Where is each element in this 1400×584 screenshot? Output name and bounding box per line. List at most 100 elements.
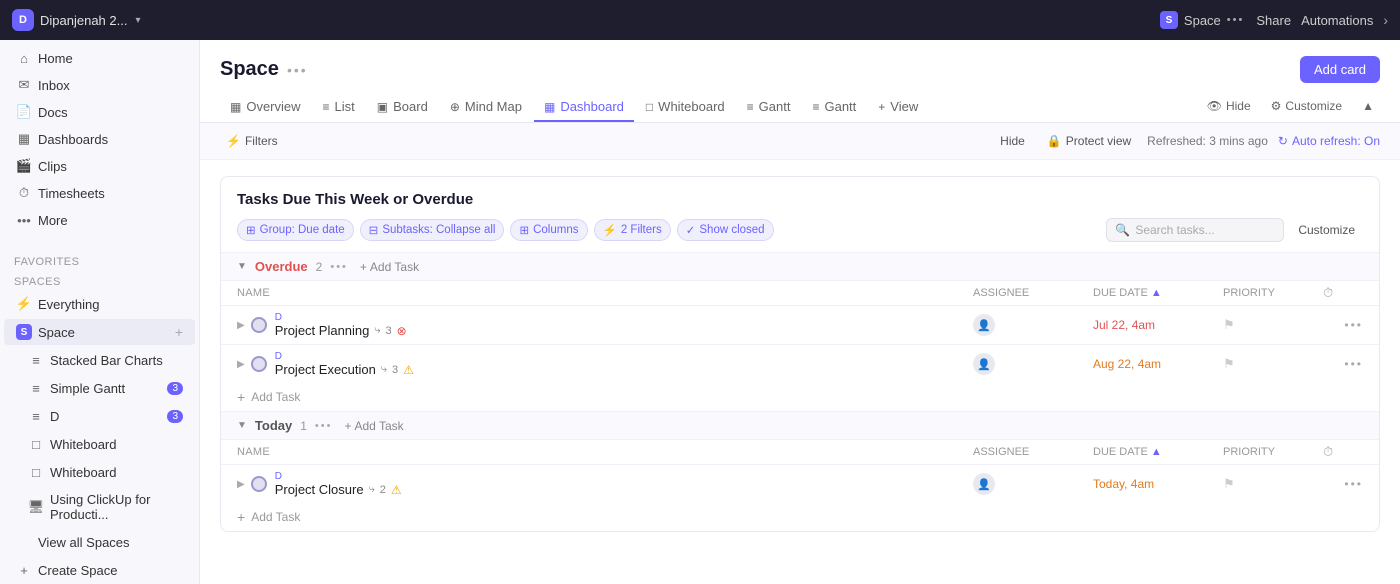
today-count: 1 — [300, 419, 307, 433]
title-dots[interactable]: ••• — [287, 62, 308, 78]
sidebar-item-d[interactable]: ≡ D 3 — [4, 403, 195, 429]
filters-pill-label: 2 Filters — [621, 224, 662, 236]
auto-refresh-label[interactable]: ↻ Auto refresh: On — [1278, 134, 1380, 148]
search-icon: 🔍 — [1115, 223, 1130, 237]
content-header: Space ••• Add card ▦ Overview ≡ List ▣ B… — [200, 40, 1400, 123]
filters-pill[interactable]: ⚡ 2 Filters — [594, 219, 671, 241]
d-icon: ≡ — [28, 408, 44, 424]
filters-pill-icon: ⚡ — [603, 223, 617, 237]
sidebar-item-everything[interactable]: ⚡ Everything — [4, 291, 195, 317]
space-plus-icon[interactable]: + — [175, 324, 183, 340]
task-dots-icon[interactable]: ••• — [1344, 318, 1363, 332]
filters-button[interactable]: ⚡ Filters — [220, 131, 284, 151]
customize-button[interactable]: Customize — [1290, 220, 1363, 240]
tab-dashboard[interactable]: ▦ Dashboard — [534, 93, 634, 122]
today-dots-icon[interactable]: ••• — [315, 420, 333, 432]
view-tab-icon: + — [878, 100, 885, 114]
table-row[interactable]: ▶ D Project Execution ⤷ 3 ⚠ 👤 — [221, 344, 1379, 383]
add-task-text: Add Task — [251, 390, 300, 404]
sidebar-item-create-space[interactable]: + Create Space — [4, 557, 195, 583]
show-closed-pill[interactable]: ✓ Show closed — [677, 219, 774, 241]
sidebar-item-docs[interactable]: 📄 Docs — [4, 99, 195, 125]
sidebar-item-view-all-spaces[interactable]: View all Spaces — [4, 529, 195, 555]
subtask-icon: ⤷ — [369, 483, 375, 496]
columns-label: Columns — [533, 224, 578, 236]
board-tab-icon: ▣ — [377, 100, 388, 114]
task-priority: ⚑ — [1223, 317, 1323, 333]
warn-icon: ⚠ — [391, 483, 402, 497]
view-tab-label: View — [890, 99, 918, 114]
refresh-icon: ↻ — [1278, 134, 1288, 148]
widget-title: Tasks Due This Week or Overdue — [221, 177, 1379, 218]
task-name: Project Closure ⤷ 2 ⚠ — [275, 482, 973, 497]
share-button[interactable]: Share — [1256, 13, 1291, 28]
overdue-add-task[interactable]: + Add Task — [360, 260, 419, 274]
tab-overview[interactable]: ▦ Overview — [220, 93, 311, 122]
task-dots-icon[interactable]: ••• — [1344, 477, 1363, 491]
subtasks-pill[interactable]: ⊟ Subtasks: Collapse all — [360, 219, 505, 241]
sidebar-clips-label: Clips — [38, 159, 183, 174]
space-path-dots[interactable]: ••• — [1227, 14, 1245, 26]
task-dots-icon[interactable]: ••• — [1344, 357, 1363, 371]
tab-view[interactable]: + View — [868, 93, 928, 122]
tab-whiteboard[interactable]: □ Whiteboard — [636, 93, 735, 122]
overdue-chevron-icon[interactable]: ▼ — [237, 261, 247, 272]
sidebar-item-clips[interactable]: 🎬 Clips — [4, 153, 195, 179]
sort-up-icon[interactable]: ▲ — [1151, 287, 1162, 299]
col-actions-overdue: ⏱ — [1323, 285, 1363, 301]
search-input[interactable] — [1135, 223, 1275, 237]
hide-button[interactable]: 👁 Hide — [1201, 95, 1257, 117]
task-row-actions: ••• — [1323, 357, 1363, 371]
today-add-task[interactable]: + Add Task — [344, 419, 403, 433]
topbar-chevron-icon[interactable]: › — [1383, 12, 1388, 28]
sidebar-item-home[interactable]: ⌂ Home — [4, 45, 195, 71]
columns-pill[interactable]: ⊞ Columns — [510, 219, 587, 241]
hide-filter-label: Hide — [1000, 134, 1025, 148]
task-d-label: D — [275, 351, 973, 362]
sidebar-item-stacked-bar-charts[interactable]: ≡ Stacked Bar Charts — [4, 347, 195, 373]
group-pill[interactable]: ⊞ Group: Due date — [237, 219, 354, 241]
tab-gantt2[interactable]: ≡ Gantt — [802, 93, 866, 122]
tab-board[interactable]: ▣ Board — [367, 93, 438, 122]
row-chevron-icon[interactable]: ▶ — [237, 359, 245, 370]
today-chevron-icon[interactable]: ▼ — [237, 420, 247, 431]
sidebar-space-label: Space — [38, 325, 167, 340]
collapse-tabs-button[interactable]: ▲ — [1356, 95, 1380, 117]
sidebar-item-space[interactable]: S Space ••• + — [4, 319, 195, 345]
filter-bar: ⚡ Filters Hide 🔒 Protect view Refreshed:… — [200, 123, 1400, 160]
col-duedate-overdue: Due date ▲ — [1093, 287, 1223, 299]
sidebar-item-more[interactable]: ••• More — [4, 207, 195, 233]
table-row[interactable]: ▶ D Project Closure ⤷ 2 ⚠ 👤 — [221, 464, 1379, 503]
overdue-dots-icon[interactable]: ••• — [330, 261, 348, 273]
workspace-chevron-icon[interactable]: ▾ — [135, 15, 140, 26]
tab-gantt1[interactable]: ≡ Gantt — [737, 93, 801, 122]
customize-tab-button[interactable]: ⚙ Customize — [1265, 95, 1348, 117]
chevron-up-icon: ▲ — [1362, 99, 1374, 113]
sort-icon-today[interactable]: ▲ — [1151, 446, 1162, 458]
protect-view-button[interactable]: 🔒 Protect view — [1041, 131, 1137, 151]
col-priority-today: Priority — [1223, 446, 1323, 458]
overdue-count: 2 — [316, 260, 323, 274]
sidebar-item-simple-gantt[interactable]: ≡ Simple Gantt 3 — [4, 375, 195, 401]
sidebar-item-timesheets[interactable]: ⏱ Timesheets — [4, 180, 195, 206]
show-closed-label: Show closed — [699, 224, 764, 236]
overview-tab-label: Overview — [246, 99, 300, 114]
row-chevron-icon[interactable]: ▶ — [237, 320, 245, 331]
task-assignee: 👤 — [973, 314, 1093, 336]
sidebar-item-dashboards[interactable]: ▦ Dashboards — [4, 126, 195, 152]
tab-list[interactable]: ≡ List — [313, 93, 365, 122]
today-add-label: Add Task — [355, 419, 404, 433]
sidebar-item-inbox[interactable]: ✉ Inbox — [4, 72, 195, 98]
filter-icon: ⚡ — [226, 134, 241, 148]
table-row[interactable]: ▶ D Project Planning ⤷ 3 ⊗ 👤 — [221, 305, 1379, 344]
hide-filter-button[interactable]: Hide — [994, 131, 1031, 151]
add-task-overdue[interactable]: + Add Task — [221, 383, 1379, 411]
add-task-today[interactable]: + Add Task — [221, 503, 1379, 531]
add-card-button[interactable]: Add card — [1300, 56, 1380, 83]
automations-button[interactable]: Automations — [1301, 13, 1373, 28]
sidebar-item-using-clickup[interactable]: 🖥 Using ClickUp for Producti... — [4, 487, 195, 527]
sidebar-item-whiteboard1[interactable]: □ Whiteboard — [4, 431, 195, 457]
row-chevron-icon[interactable]: ▶ — [237, 479, 245, 490]
sidebar-item-whiteboard2[interactable]: □ Whiteboard — [4, 459, 195, 485]
tab-mind-map[interactable]: ⊕ Mind Map — [440, 93, 532, 122]
